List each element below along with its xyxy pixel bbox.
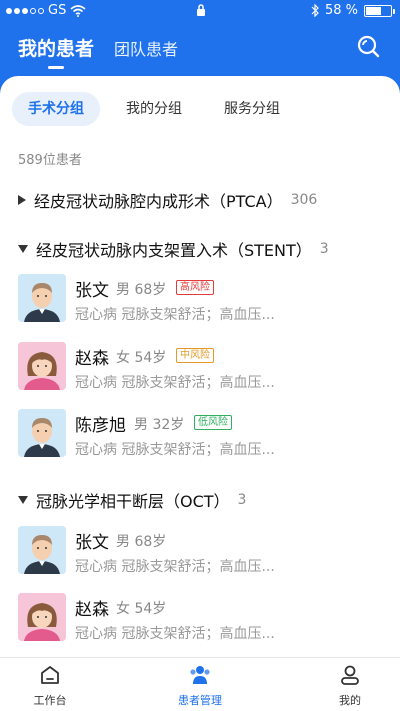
tab-team-patients[interactable]: 团队患者 <box>114 36 178 61</box>
patient-diagnosis: 冠心病 冠脉支架舒活；高血压... <box>75 442 275 458</box>
group-count: 306 <box>290 192 318 208</box>
bluetooth-icon <box>311 4 319 17</box>
collapse-arrow-icon <box>18 245 28 253</box>
patient-meta: 女 54岁 <box>116 350 167 366</box>
carrier-label: GS <box>48 3 67 18</box>
patient-name: 张文 <box>75 281 109 301</box>
wifi-icon <box>70 4 86 17</box>
patient-diagnosis: 冠心病 冠脉支架舒活；高血压... <box>75 307 275 323</box>
patient-item[interactable]: 张文 男 68岁 高风险 冠心病 冠脉支架舒活；高血压... <box>18 274 388 326</box>
nav-patient-management[interactable]: 患者管理 <box>160 664 240 708</box>
avatar <box>18 274 66 322</box>
patient-count: 589位患者 <box>18 153 82 168</box>
avatar <box>18 526 66 574</box>
status-right: 58 % <box>311 3 395 18</box>
group-count: 3 <box>319 241 329 257</box>
bottom-nav: 工作台 患者管理 我的 <box>0 657 400 711</box>
patient-name: 张文 <box>75 533 109 553</box>
risk-badge: 低风险 <box>194 415 232 430</box>
patients-icon <box>190 666 210 684</box>
expand-arrow-icon <box>18 195 26 205</box>
home-icon <box>41 666 59 684</box>
patient-name: 赵森 <box>75 600 109 620</box>
group-count: 3 <box>237 492 247 508</box>
group-title: 经皮冠状动脉内支架置入术（STENT） <box>36 241 312 260</box>
search-icon[interactable] <box>356 34 380 58</box>
nav-label: 我的 <box>339 694 361 707</box>
patient-diagnosis: 冠心病 冠脉支架舒活；高血压... <box>75 559 275 575</box>
segment-my-group[interactable]: 我的分组 <box>110 92 198 126</box>
battery-icon <box>364 4 395 17</box>
nav-label: 工作台 <box>33 694 67 707</box>
patient-meta: 男 68岁 <box>116 282 167 298</box>
group-header-stent[interactable]: 经皮冠状动脉内支架置入术（STENT） 3 <box>18 237 329 261</box>
status-left: GS <box>6 3 86 18</box>
patient-meta: 女 54岁 <box>116 601 167 617</box>
status-bar: GS 58 % <box>0 0 400 22</box>
group-title: 冠脉光学相干断层（OCT） <box>36 492 230 511</box>
segment-service-group[interactable]: 服务分组 <box>208 92 296 126</box>
group-title: 经皮冠状动脉腔内成形术（PTCA） <box>34 192 283 211</box>
nav-mine[interactable]: 我的 <box>310 664 390 708</box>
patient-meta: 男 68岁 <box>116 534 167 550</box>
nav-workbench[interactable]: 工作台 <box>10 664 90 708</box>
nav-label: 患者管理 <box>178 694 222 707</box>
patient-name: 陈彦旭 <box>75 416 126 436</box>
patient-item[interactable]: 赵森 女 54岁 中风险 冠心病 冠脉支架舒活；高血压... <box>18 342 388 394</box>
avatar <box>18 593 66 641</box>
patient-item[interactable]: 赵森 女 54岁 冠心病 冠脉支架舒活；高血压... <box>18 593 388 645</box>
patient-name: 赵森 <box>75 349 109 369</box>
patient-meta: 男 32岁 <box>134 417 185 433</box>
avatar <box>18 409 66 457</box>
battery-text: 58 % <box>324 3 358 18</box>
lock-icon <box>196 4 206 20</box>
patient-diagnosis: 冠心病 冠脉支架舒活；高血压... <box>75 626 275 642</box>
risk-badge: 中风险 <box>176 348 214 363</box>
risk-badge: 高风险 <box>176 280 214 295</box>
user-icon <box>341 665 359 685</box>
avatar <box>18 342 66 390</box>
tab-my-patients[interactable]: 我的患者 <box>18 34 94 69</box>
group-header-oct[interactable]: 冠脉光学相干断层（OCT） 3 <box>18 488 246 512</box>
signal-icon <box>6 7 44 14</box>
segment-surgery-group[interactable]: 手术分组 <box>12 92 100 126</box>
patient-diagnosis: 冠心病 冠脉支架舒活；高血压... <box>75 375 275 391</box>
content-sheet: 手术分组 我的分组 服务分组 589位患者 经皮冠状动脉腔内成形术（PTCA） … <box>0 76 400 656</box>
collapse-arrow-icon <box>18 496 28 504</box>
group-header-ptca[interactable]: 经皮冠状动脉腔内成形术（PTCA） 306 <box>18 188 317 212</box>
patient-item[interactable]: 张文 男 68岁 冠心病 冠脉支架舒活；高血压... <box>18 526 388 578</box>
patient-item[interactable]: 陈彦旭 男 32岁 低风险 冠心病 冠脉支架舒活；高血压... <box>18 409 388 461</box>
header-tabs: 我的患者 团队患者 <box>18 34 178 69</box>
group-segment-control: 手术分组 我的分组 服务分组 <box>12 92 306 126</box>
